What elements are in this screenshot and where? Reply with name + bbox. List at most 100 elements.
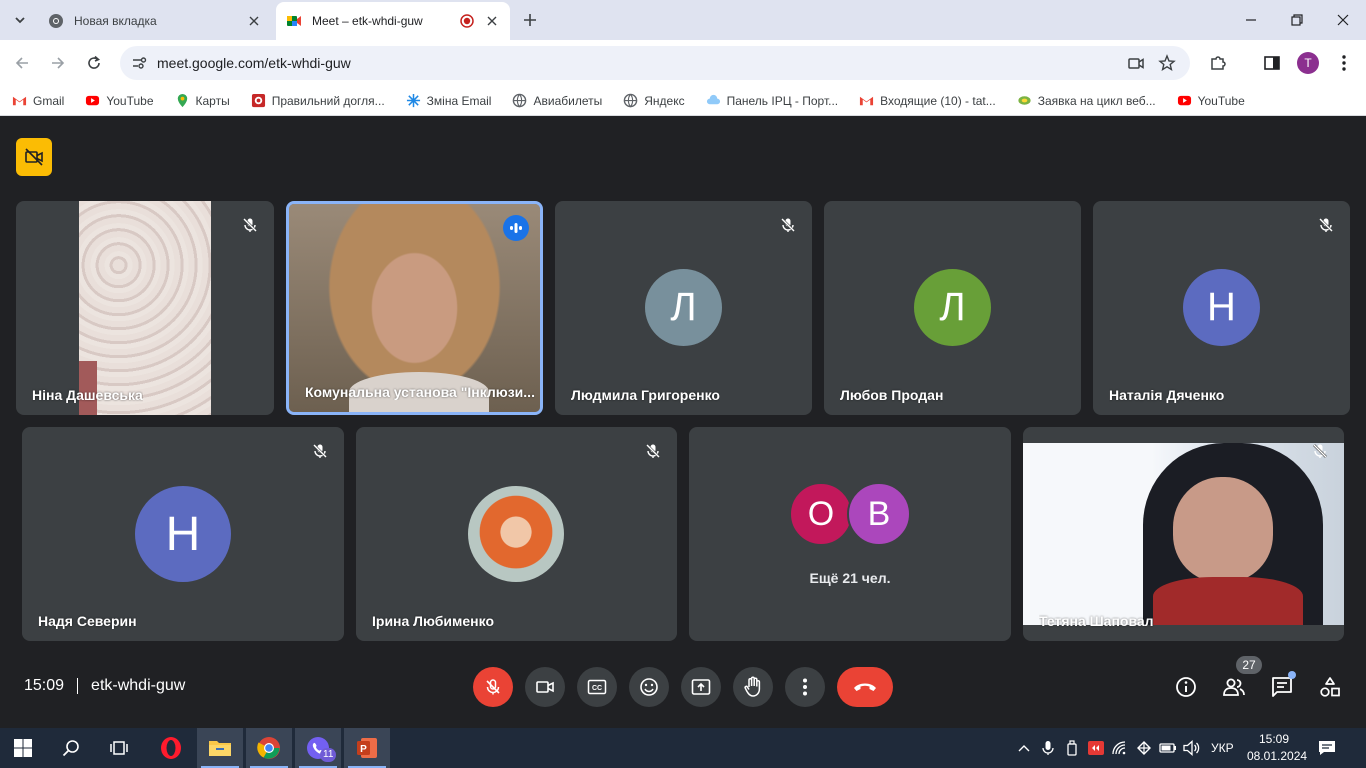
participant-name: Комунальна установа "Інклюзи... <box>305 384 535 400</box>
bookmark-irc-panel[interactable]: Панель ІРЦ - Порт... <box>706 93 838 108</box>
tab-strip: Новая вкладка Meet – etk-whdi-guw <box>0 0 1366 40</box>
raise-hand-button[interactable] <box>733 667 773 707</box>
tray-app[interactable] <box>1087 739 1105 757</box>
bookmark-care[interactable]: Правильний догля... <box>251 93 385 108</box>
maps-icon <box>177 93 187 108</box>
start-button[interactable] <box>0 728 46 768</box>
bookmark-youtube[interactable]: YouTube <box>85 93 154 108</box>
close-window-button[interactable] <box>1320 0 1366 40</box>
avatar-photo <box>468 486 564 582</box>
address-bar[interactable] <box>120 46 1190 80</box>
tab-new-tab[interactable]: Новая вкладка <box>38 2 272 40</box>
bookmark-youtube-2[interactable]: YouTube <box>1177 93 1245 108</box>
participant-tile-liubov[interactable]: Л Любов Продан <box>824 201 1081 415</box>
powerpoint-app[interactable]: P <box>344 728 390 768</box>
tab-meet[interactable]: Meet – etk-whdi-guw <box>276 2 510 40</box>
speaking-indicator-icon <box>503 215 529 241</box>
bookmark-email-change[interactable]: Зміна Email <box>406 93 491 108</box>
people-button[interactable] <box>1222 675 1246 699</box>
camera-toggle-button[interactable] <box>525 667 565 707</box>
forward-button[interactable] <box>44 49 72 77</box>
bookmark-avia[interactable]: Авиабилеты <box>512 93 602 108</box>
menu-button[interactable] <box>1333 52 1355 74</box>
meeting-details-button[interactable] <box>1174 675 1198 699</box>
chrome-icon <box>257 737 280 759</box>
bookmark-inbox[interactable]: Входящие (10) - tat... <box>859 93 996 108</box>
participant-tile-tetiana[interactable]: Тетяна Шаповал <box>1023 427 1344 641</box>
reactions-button[interactable] <box>629 667 669 707</box>
participant-tile-iryna[interactable]: Ірина Любименко <box>356 427 677 641</box>
cloud-icon <box>706 94 720 105</box>
close-icon[interactable] <box>246 13 262 29</box>
leave-call-button[interactable] <box>837 667 893 707</box>
tray-security[interactable] <box>1135 739 1153 757</box>
participant-tile-nataliia[interactable]: Н Наталія Дяченко <box>1093 201 1350 415</box>
mic-off-icon <box>310 441 330 461</box>
chrome-app[interactable] <box>246 728 292 768</box>
divider <box>77 678 79 694</box>
tray-clock-time[interactable]: 15:09 <box>1259 732 1289 746</box>
camera-icon[interactable] <box>1127 54 1145 72</box>
chevron-up-icon <box>1018 745 1030 752</box>
end-call-icon <box>854 683 876 691</box>
site-icon <box>251 93 265 108</box>
url-input[interactable] <box>157 46 1057 80</box>
usb-icon <box>1067 740 1077 756</box>
input-language[interactable]: УКР <box>1211 741 1234 755</box>
tray-battery[interactable] <box>1159 739 1177 757</box>
viber-app[interactable]: 11 <box>295 728 341 768</box>
opera-app[interactable] <box>148 728 194 768</box>
windows-taskbar: 11 P УКР 15:09 08.01.2024 <box>0 728 1366 768</box>
participant-tile-nadia[interactable]: Н Надя Северин <box>22 427 344 641</box>
captions-button[interactable]: CC <box>577 667 617 707</box>
bookmark-yandex[interactable]: Яндекс <box>623 93 685 108</box>
tray-clock-date[interactable]: 08.01.2024 <box>1247 749 1307 763</box>
bookmark-webinar[interactable]: Заявка на цикл веб... <box>1017 93 1156 108</box>
chat-icon <box>1272 677 1292 697</box>
captions-icon: CC <box>587 679 607 695</box>
activities-button[interactable] <box>1318 675 1342 699</box>
back-button[interactable] <box>8 49 36 77</box>
bookmark-maps[interactable]: Карты <box>175 93 230 108</box>
recording-badge[interactable] <box>16 138 52 176</box>
gmail-icon <box>12 96 27 106</box>
participant-tile-liudmyla[interactable]: Л Людмила Григоренко <box>555 201 812 415</box>
participant-tile-speaker[interactable]: Комунальна установа "Інклюзи... <box>286 201 543 415</box>
more-options-button[interactable] <box>785 667 825 707</box>
close-icon[interactable] <box>484 13 500 29</box>
chevron-down-icon <box>15 17 25 24</box>
close-icon <box>1337 14 1349 26</box>
opera-icon <box>161 737 181 759</box>
tray-volume[interactable] <box>1183 739 1201 757</box>
participant-video <box>79 201 211 415</box>
file-explorer-app[interactable] <box>197 728 243 768</box>
chrome-icon <box>49 14 63 28</box>
more-participants-tile[interactable]: О В Ещё 21 чел. <box>689 427 1011 641</box>
site-info-icon[interactable] <box>130 54 148 72</box>
restore-button[interactable] <box>1274 0 1320 40</box>
microphone-toggle-button[interactable] <box>473 667 513 707</box>
task-view-button[interactable] <box>96 728 142 768</box>
minimize-button[interactable] <box>1228 0 1274 40</box>
participant-name: Тетяна Шаповал <box>1039 613 1154 629</box>
mic-off-icon <box>1310 441 1330 461</box>
plus-icon <box>524 14 536 26</box>
reload-button[interactable] <box>80 49 108 77</box>
tab-search-button[interactable] <box>8 8 32 32</box>
tray-microphone[interactable] <box>1039 739 1057 757</box>
show-hidden-icons-button[interactable] <box>1015 739 1033 757</box>
profile-avatar[interactable]: T <box>1297 52 1319 74</box>
notifications-button[interactable] <box>1318 739 1336 757</box>
tray-usb[interactable] <box>1063 739 1081 757</box>
new-tab-button[interactable] <box>518 8 542 32</box>
extensions-button[interactable] <box>1207 52 1229 74</box>
star-icon[interactable] <box>1158 54 1176 72</box>
globe-icon <box>513 93 527 108</box>
participant-tile-nina[interactable]: Ніна Дашевська <box>16 201 274 415</box>
search-button[interactable] <box>48 728 94 768</box>
present-screen-button[interactable] <box>681 667 721 707</box>
bookmark-gmail[interactable]: Gmail <box>12 93 64 108</box>
tray-network[interactable] <box>1111 739 1129 757</box>
puzzle-icon <box>1211 56 1226 70</box>
side-panel-button[interactable] <box>1261 52 1283 74</box>
